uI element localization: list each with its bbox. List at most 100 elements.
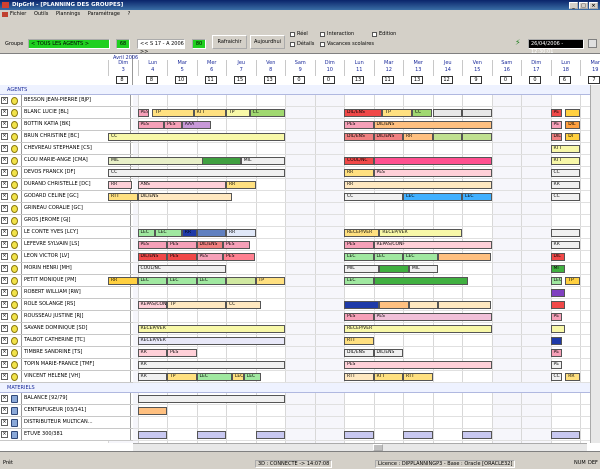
- activity-bar[interactable]: PE: [550, 349, 563, 357]
- row-name[interactable]: LE CONTE YVES [LCY]: [21, 227, 131, 238]
- table-row[interactable]: × GROS JEROME [GJ]: [0, 215, 133, 227]
- activity-bar[interactable]: PES: [223, 253, 256, 261]
- activity-bar[interactable]: RTT: [373, 373, 403, 381]
- row-name[interactable]: GRINEAU CORALIE [GC]: [21, 203, 131, 214]
- activity-bar[interactable]: PE: [550, 109, 563, 117]
- activity-bar[interactable]: RR: [565, 373, 580, 381]
- activity-bar[interactable]: [373, 157, 492, 165]
- activity-bar[interactable]: LEC: [155, 229, 182, 237]
- remove-icon[interactable]: ×: [1, 337, 8, 344]
- table-row[interactable]: × LE CONTE YVES [LCY]: [0, 227, 133, 239]
- activity-bar[interactable]: PES: [344, 313, 374, 321]
- table-row[interactable]: × ROUSSEAU JUSTINE [RJ]: [0, 311, 133, 323]
- activity-bar[interactable]: RR: [137, 361, 285, 369]
- table-row[interactable]: × TOPIN MARIE-FRANCE [TMF]: [0, 359, 133, 371]
- remove-icon[interactable]: ×: [1, 181, 8, 188]
- activity-bar[interactable]: LEC: [196, 373, 232, 381]
- activity-bar[interactable]: [379, 301, 409, 309]
- maximize-button[interactable]: □: [579, 1, 588, 9]
- activity-bar[interactable]: RECEP/VER: [379, 229, 462, 237]
- activity-bar[interactable]: RR: [344, 181, 492, 189]
- activity-bar[interactable]: RR: [137, 349, 167, 357]
- calendar-icon[interactable]: [588, 39, 597, 48]
- activity-bar[interactable]: [550, 325, 566, 333]
- menu-parametrage[interactable]: Paramétrage: [88, 11, 120, 17]
- table-row[interactable]: × GRINEAU CORALIE [GC]: [0, 203, 133, 215]
- activity-bar[interactable]: [226, 277, 256, 285]
- remove-icon[interactable]: ×: [1, 289, 8, 296]
- activity-bar[interactable]: [565, 109, 580, 117]
- row-name[interactable]: TIMBRE SANDRINE [TS]: [21, 347, 131, 358]
- day-header[interactable]: Sam 9: [285, 60, 315, 76]
- activity-bar[interactable]: PES: [164, 121, 182, 129]
- remove-icon[interactable]: ×: [1, 109, 8, 116]
- activity-bar[interactable]: DIL/ENS: [344, 349, 374, 357]
- activity-bar[interactable]: LEC: [167, 277, 197, 285]
- day-header[interactable]: Lun 11: [344, 60, 374, 76]
- activity-bar[interactable]: TP: [382, 109, 412, 117]
- remove-icon[interactable]: ×: [1, 217, 8, 224]
- activity-bar[interactable]: RR: [137, 373, 167, 381]
- menu-outils[interactable]: Outils: [34, 11, 48, 17]
- activity-bar[interactable]: CC: [344, 193, 403, 201]
- details-checkbox[interactable]: [290, 42, 295, 47]
- activity-bar[interactable]: RECEP/VER: [344, 325, 492, 333]
- close-button[interactable]: ×: [589, 1, 598, 9]
- activity-bar[interactable]: RTT: [344, 373, 374, 381]
- activity-bar[interactable]: [137, 407, 167, 415]
- day-header[interactable]: Dim 10: [314, 60, 345, 76]
- activity-bar[interactable]: [550, 229, 580, 237]
- activity-bar[interactable]: PES: [167, 349, 197, 357]
- row-name[interactable]: MORIN HENRI [MH]: [21, 263, 131, 274]
- activity-bar[interactable]: TP: [565, 277, 580, 285]
- day-header[interactable]: Mer 13: [403, 60, 433, 76]
- activity-bar[interactable]: ANS: [137, 181, 226, 189]
- row-name[interactable]: ROUSSEAU JUSTINE [RJ]: [21, 311, 131, 322]
- remove-icon[interactable]: ×: [1, 361, 8, 368]
- activity-bar[interactable]: [137, 431, 167, 439]
- horizontal-scrollbar[interactable]: [133, 443, 587, 451]
- activity-bar[interactable]: TP: [255, 277, 285, 285]
- row-name[interactable]: LEFEVRE SYLVAIN [LS]: [21, 239, 131, 250]
- vacances-checkbox[interactable]: [320, 42, 325, 47]
- activity-bar[interactable]: LEC: [137, 277, 167, 285]
- vertical-scrollbar[interactable]: [590, 85, 600, 443]
- row-name[interactable]: LEON VICTOR [LV]: [21, 251, 131, 262]
- activity-bar[interactable]: PE: [550, 313, 563, 321]
- interaction-checkbox[interactable]: [320, 32, 325, 37]
- day-header[interactable]: Mar 19: [580, 60, 600, 76]
- day-header[interactable]: Ven 15: [462, 60, 492, 76]
- activity-bar[interactable]: [137, 395, 285, 403]
- activity-bar[interactable]: [438, 301, 492, 309]
- activity-bar[interactable]: DIL/ENS: [344, 133, 374, 141]
- remove-icon[interactable]: ×: [1, 121, 8, 128]
- activity-bar[interactable]: PES: [344, 241, 374, 249]
- activity-bar[interactable]: [550, 337, 563, 345]
- activity-bar[interactable]: PE: [550, 361, 563, 369]
- row-name[interactable]: ETUVE 300/381: [21, 429, 131, 440]
- day-header[interactable]: Mar 5: [167, 60, 197, 76]
- activity-bar[interactable]: [196, 229, 226, 237]
- activity-bar[interactable]: LEC: [344, 253, 374, 261]
- activity-bar[interactable]: DIL/ENS: [373, 133, 403, 141]
- activity-bar[interactable]: RECEP/VER: [137, 337, 285, 345]
- activity-bar[interactable]: [550, 431, 580, 439]
- activity-bar[interactable]: PES: [137, 109, 150, 117]
- activity-bar[interactable]: LEC: [344, 277, 374, 285]
- table-row[interactable]: × LEON VICTOR [LV]: [0, 251, 133, 263]
- edition-checkbox[interactable]: [372, 32, 377, 37]
- activity-bar[interactable]: RTT: [403, 373, 433, 381]
- day-header[interactable]: Sam 16: [491, 60, 522, 76]
- remove-icon[interactable]: ×: [1, 253, 8, 260]
- remove-icon[interactable]: ×: [1, 277, 8, 284]
- activity-bar[interactable]: RR: [108, 277, 138, 285]
- table-row[interactable]: × ROBERT WILLIAM [RW]: [0, 287, 133, 299]
- activity-bar[interactable]: [432, 109, 462, 117]
- day-header[interactable]: Lun 18: [550, 60, 581, 76]
- activity-bar[interactable]: PES: [373, 313, 492, 321]
- reel-checkbox[interactable]: [290, 32, 295, 37]
- activity-bar[interactable]: CC: [249, 109, 285, 117]
- activity-bar[interactable]: LEC: [243, 373, 262, 381]
- activity-bar[interactable]: COUL/NC: [137, 265, 226, 273]
- remove-icon[interactable]: ×: [1, 229, 8, 236]
